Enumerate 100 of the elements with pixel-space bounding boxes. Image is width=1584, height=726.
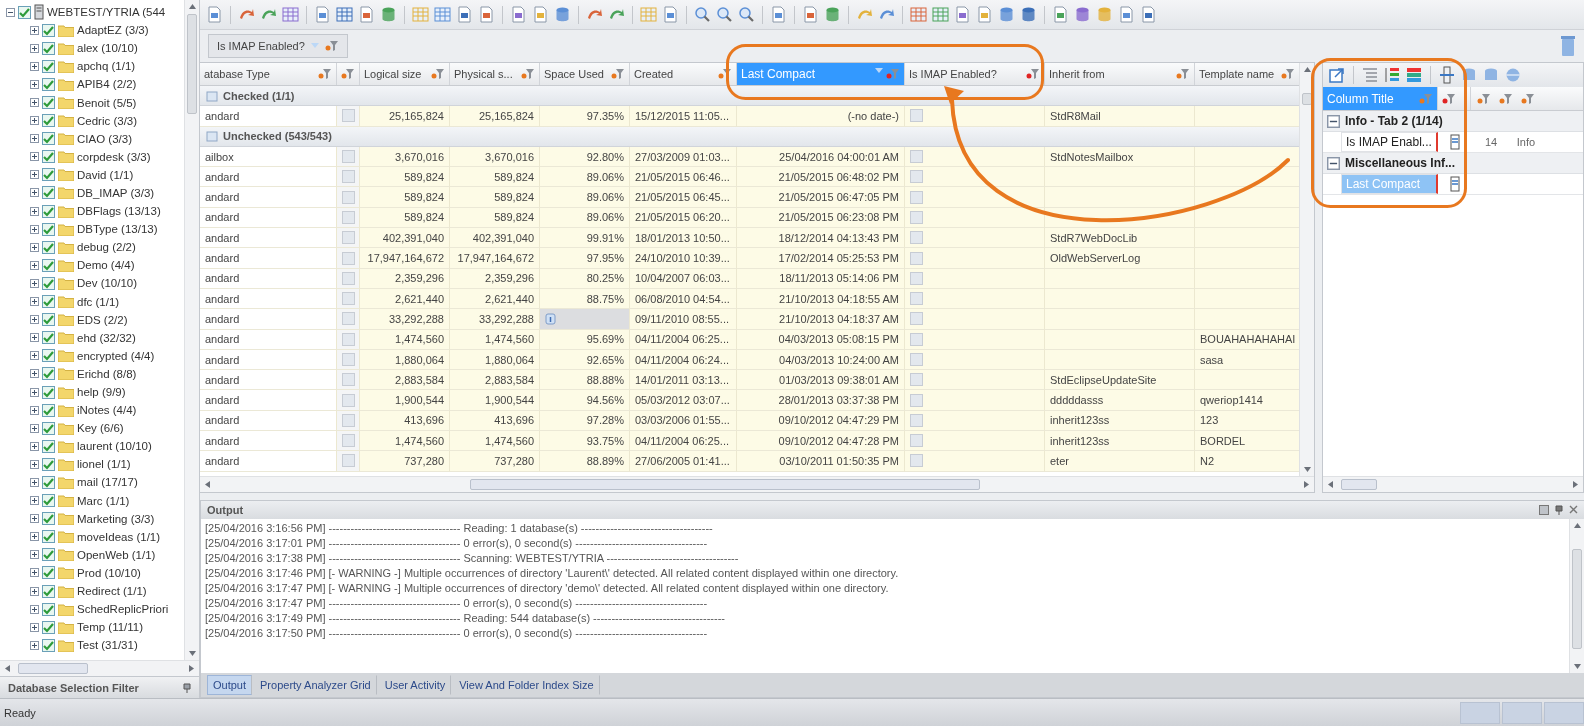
checkbox[interactable] — [910, 373, 923, 387]
checkbox[interactable] — [341, 373, 355, 387]
tree-item[interactable]: David (1/1) — [77, 168, 134, 181]
tree-item[interactable]: dfc (1/1) — [77, 295, 120, 308]
checkbox[interactable] — [341, 190, 355, 204]
tree-item[interactable]: iNotes (4/4) — [77, 404, 137, 417]
scroll-thumb[interactable] — [1341, 479, 1377, 490]
filter-icon[interactable] — [1442, 92, 1456, 105]
checkbox[interactable] — [42, 439, 55, 453]
pin-icon[interactable] — [183, 682, 191, 693]
tree-item[interactable]: DBFlags (13/13) — [77, 205, 161, 218]
scroll-arrow-icon[interactable] — [204, 481, 211, 488]
list-icon[interactable] — [1362, 67, 1378, 83]
filter-icon[interactable] — [1176, 68, 1190, 80]
tree-item[interactable]: SchedReplicPriori — [77, 603, 169, 616]
database-icon[interactable] — [998, 6, 1015, 23]
checkbox[interactable] — [42, 367, 55, 381]
expand-icon[interactable] — [30, 170, 39, 180]
checkbox[interactable] — [42, 602, 55, 616]
scrollbar[interactable] — [1299, 63, 1314, 476]
expand-icon[interactable] — [30, 25, 39, 35]
scroll-thumb[interactable] — [1572, 549, 1582, 649]
expand-icon[interactable] — [30, 242, 39, 252]
stack-icon[interactable] — [1406, 67, 1422, 83]
expand-icon[interactable] — [30, 278, 39, 288]
checkbox[interactable] — [341, 393, 355, 407]
checkbox[interactable] — [42, 457, 55, 471]
tree-item[interactable]: Cedric (3/3) — [77, 114, 138, 127]
document-icon[interactable] — [1118, 6, 1135, 23]
tree-item[interactable]: Temp (11/11) — [77, 621, 144, 634]
checkbox[interactable] — [42, 77, 55, 91]
expand-icon[interactable] — [30, 152, 39, 162]
tree-item[interactable]: corpdesk (3/3) — [77, 150, 151, 163]
document-icon[interactable] — [954, 6, 971, 23]
tab[interactable]: User Activity — [378, 675, 452, 695]
document-icon[interactable] — [478, 6, 495, 23]
checkbox[interactable] — [42, 512, 55, 526]
group-header[interactable]: Checked (1/1) — [200, 86, 1299, 107]
checkbox[interactable] — [910, 210, 923, 224]
database-icon[interactable] — [1074, 6, 1091, 23]
scroll-thumb[interactable] — [1302, 93, 1312, 105]
column-header[interactable]: Inherit from — [1045, 63, 1195, 85]
expand-icon[interactable] — [30, 550, 39, 560]
tree-item[interactable]: mail (17/17) — [77, 476, 138, 489]
tree-item[interactable]: Test (31/31) — [77, 639, 138, 652]
expand-icon[interactable] — [30, 622, 39, 632]
document-icon[interactable] — [510, 6, 527, 23]
column-header[interactable]: atabase Type — [200, 63, 337, 85]
checkbox[interactable] — [910, 332, 923, 346]
expand-icon[interactable] — [30, 79, 39, 89]
scrollbar[interactable] — [200, 476, 1314, 492]
checkbox[interactable] — [42, 295, 55, 309]
checkbox[interactable] — [42, 114, 55, 128]
checkbox[interactable] — [42, 168, 55, 182]
expand-icon[interactable] — [30, 98, 39, 107]
column-header[interactable]: Is IMAP Enabled? — [905, 63, 1045, 85]
filter-icon[interactable] — [1521, 92, 1535, 105]
expand-icon[interactable] — [30, 441, 39, 451]
checkbox[interactable] — [42, 494, 55, 508]
scrollbar[interactable] — [1323, 476, 1583, 492]
tree-item[interactable]: CIAO (3/3) — [77, 132, 132, 145]
checkbox[interactable] — [341, 109, 355, 123]
collapse-icon[interactable] — [6, 7, 15, 17]
scroll-thumb[interactable] — [187, 14, 197, 114]
expand-icon[interactable] — [30, 640, 39, 650]
zoom-icon[interactable] — [716, 6, 733, 23]
checkbox[interactable] — [42, 638, 55, 652]
checkbox[interactable] — [42, 204, 55, 218]
columns-icon[interactable] — [1447, 134, 1462, 150]
scroll-arrow-icon[interactable] — [1303, 66, 1311, 73]
checkbox[interactable] — [910, 231, 923, 245]
document-icon[interactable] — [1052, 6, 1069, 23]
tree-item[interactable]: Demo (4/4) — [77, 259, 135, 272]
document-icon[interactable] — [456, 6, 473, 23]
checkbox[interactable] — [42, 132, 55, 146]
scroll-arrow-icon[interactable] — [1572, 481, 1579, 488]
expand-icon[interactable] — [30, 260, 39, 270]
checkbox[interactable] — [341, 332, 355, 346]
checkbox[interactable] — [910, 251, 923, 265]
tree-item[interactable]: ehd (32/32) — [77, 331, 136, 344]
expand-icon[interactable] — [30, 478, 39, 487]
checkbox[interactable] — [910, 413, 923, 427]
checkbox[interactable] — [341, 292, 355, 306]
checkbox[interactable] — [42, 23, 55, 37]
tree-item[interactable]: alex (10/10) — [77, 42, 138, 55]
checkbox[interactable] — [341, 210, 355, 224]
database-icon[interactable] — [380, 6, 397, 23]
checkbox[interactable] — [341, 434, 355, 448]
tree-item[interactable]: Marketing (3/3) — [77, 512, 155, 525]
checkbox[interactable] — [910, 454, 923, 468]
tree-item[interactable]: EDS (2/2) — [77, 313, 128, 326]
checkbox[interactable] — [341, 413, 355, 427]
checkbox[interactable] — [341, 312, 355, 326]
checkbox[interactable] — [42, 476, 55, 489]
expand-icon[interactable] — [30, 387, 39, 397]
checkbox[interactable] — [42, 530, 55, 544]
expand-icon[interactable] — [30, 61, 39, 71]
checkbox[interactable] — [42, 222, 55, 236]
filter-icon[interactable] — [521, 68, 535, 80]
expand-icon[interactable] — [30, 423, 39, 433]
